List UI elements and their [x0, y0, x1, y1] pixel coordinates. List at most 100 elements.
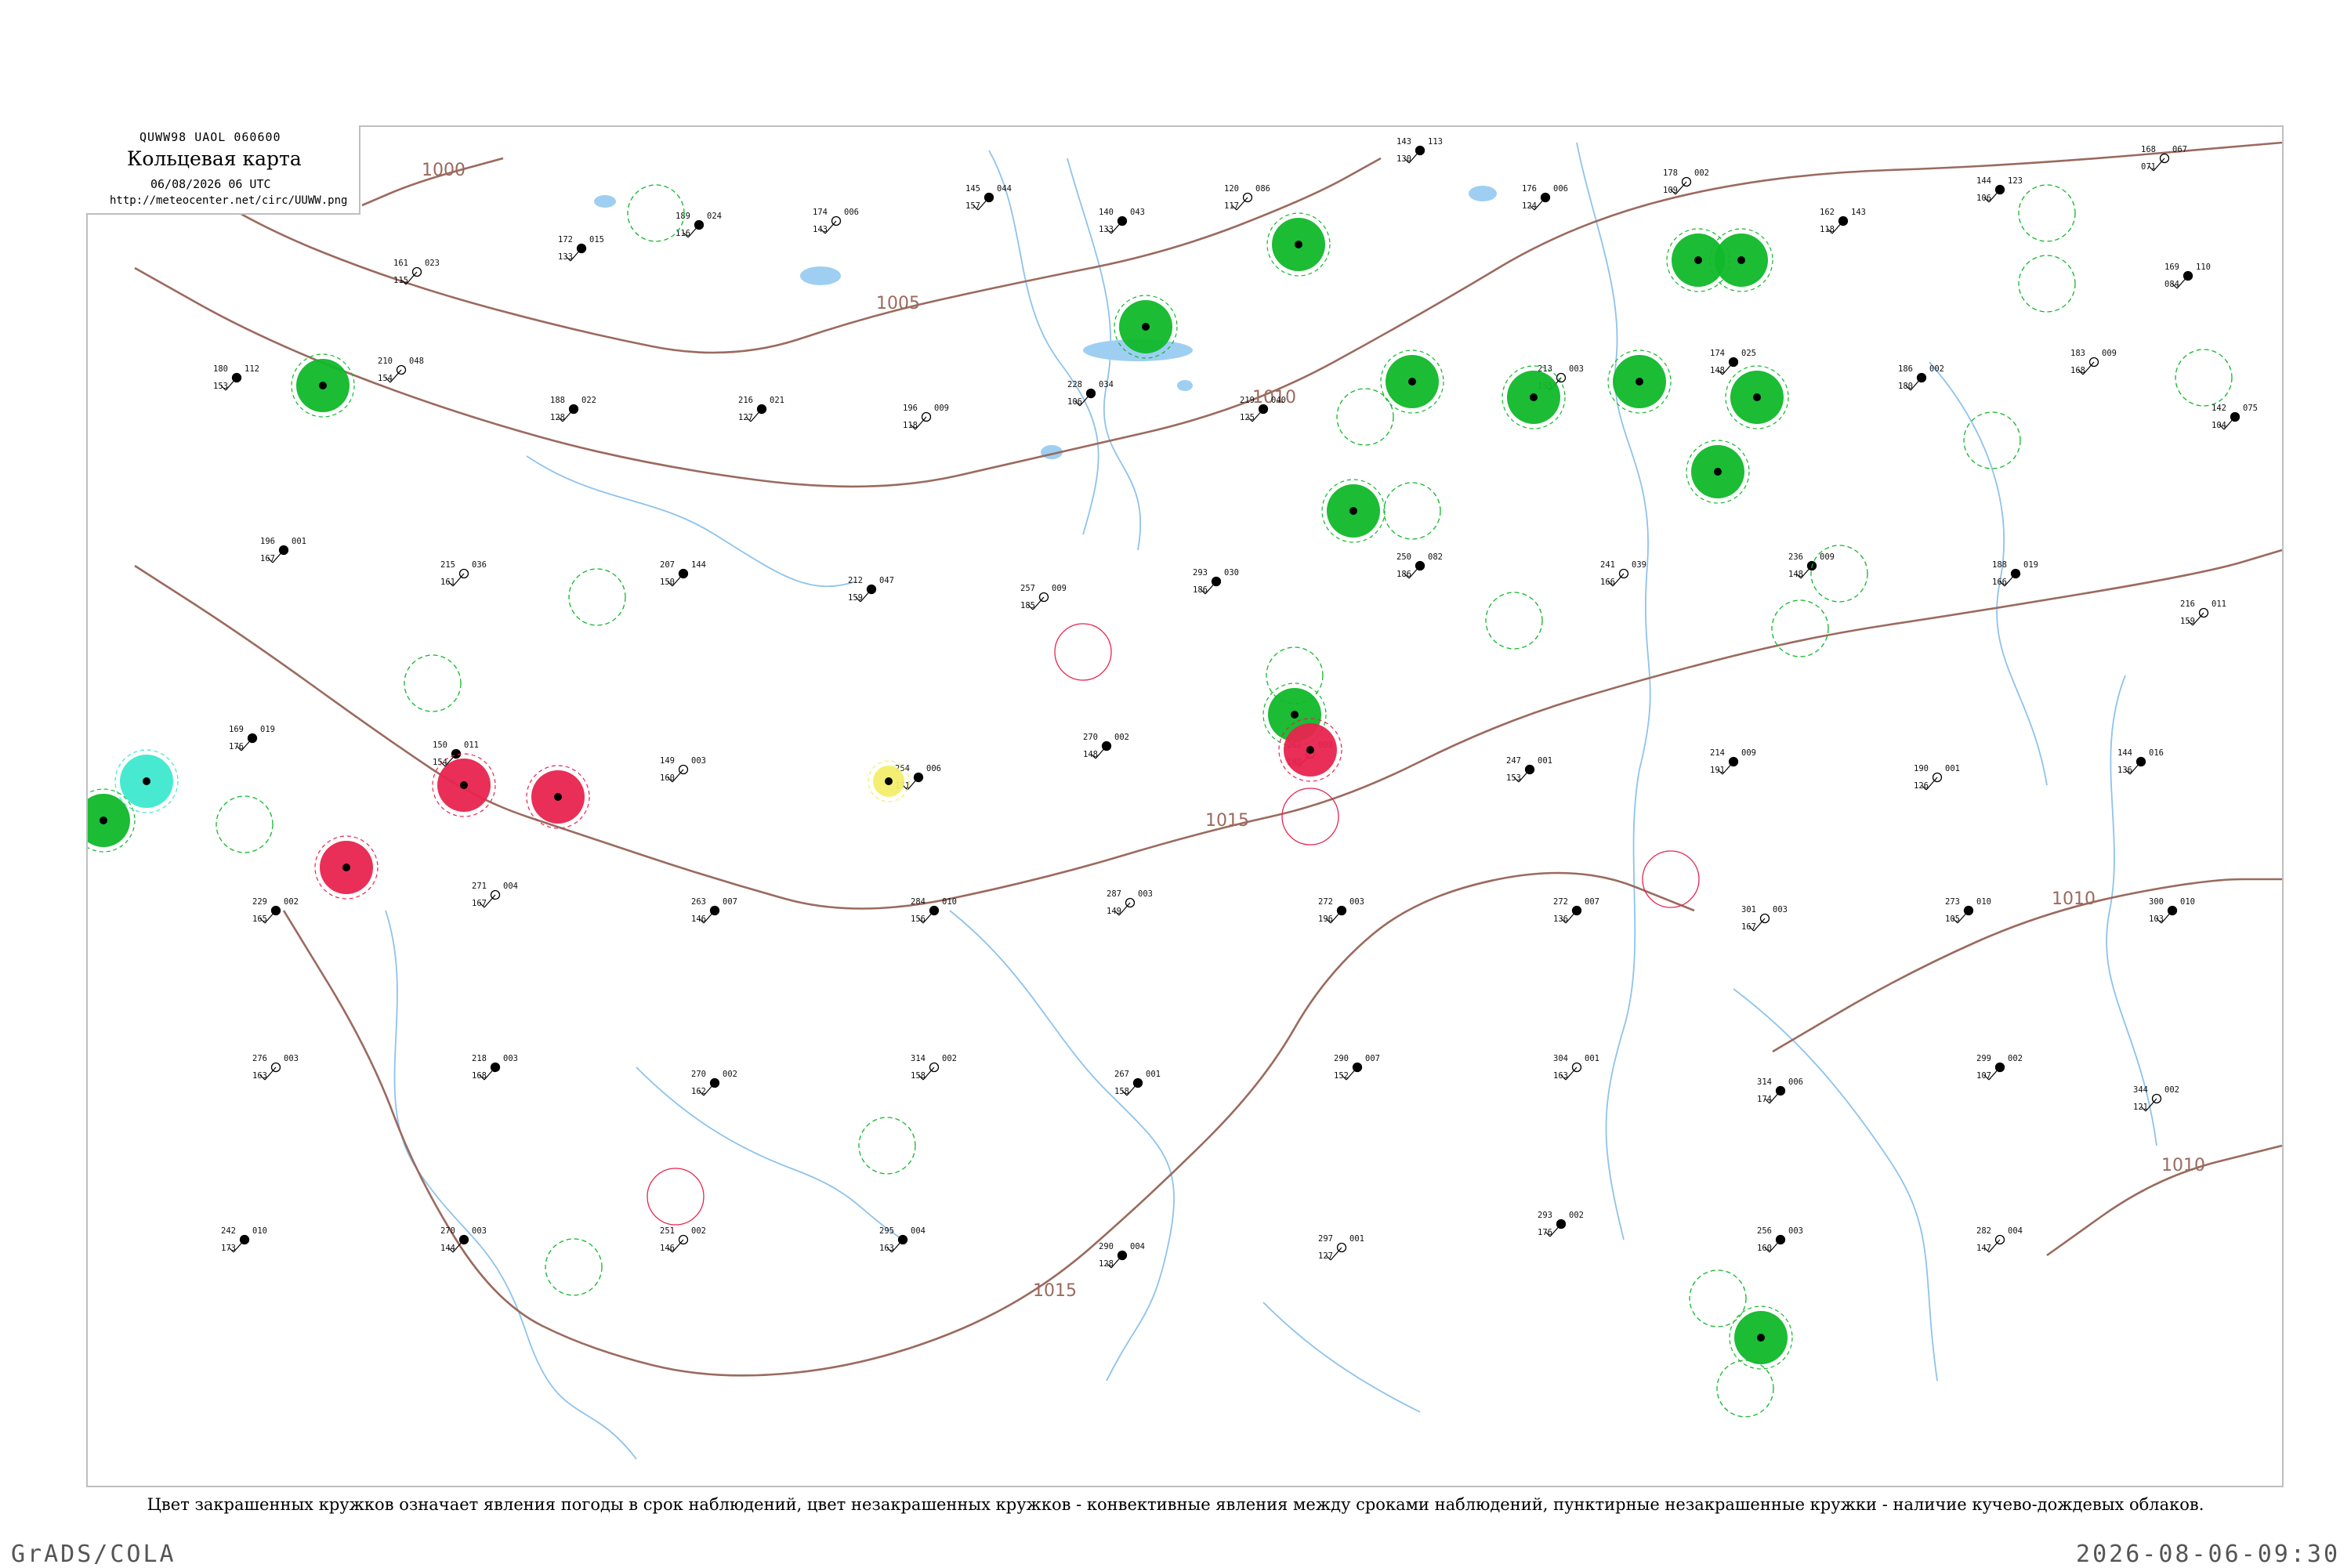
- convective-outline-icon[interactable]: [647, 1168, 705, 1226]
- cumulonimbus-outline-icon[interactable]: [568, 568, 626, 626]
- station-plot[interactable]: 250 186 082: [1396, 552, 1443, 579]
- cumulonimbus-outline-icon[interactable]: [1485, 592, 1543, 650]
- station-plot[interactable]: 293 176 002: [1538, 1211, 1584, 1237]
- cumulonimbus-outline-icon[interactable]: [2175, 349, 2233, 407]
- station-plot[interactable]: 270 144 003: [440, 1226, 487, 1253]
- cumulonimbus-outline-icon[interactable]: [1689, 1269, 1747, 1327]
- station-plot[interactable]: 276 163 003: [252, 1054, 299, 1081]
- station-pressure: 025: [1741, 349, 1756, 358]
- cumulonimbus-outline-icon[interactable]: [1336, 388, 1394, 446]
- station-plot[interactable]: 188 128 022: [550, 396, 596, 422]
- station-plot[interactable]: 161 115 023: [393, 259, 440, 285]
- station-plot[interactable]: 247 153 001: [1506, 756, 1552, 783]
- station-plot[interactable]: 229 165 002: [252, 897, 299, 924]
- station-temperature: 229: [252, 897, 267, 907]
- station-plot[interactable]: 270 148 002: [1083, 733, 1129, 759]
- convective-outline-icon[interactable]: [1642, 850, 1700, 908]
- station-plot[interactable]: 196 167 001: [260, 537, 306, 563]
- station-plot[interactable]: 169 176 019: [229, 725, 275, 751]
- station-plot[interactable]: 190 126 001: [1914, 764, 1960, 791]
- station-plot[interactable]: 218 168 003: [472, 1054, 518, 1081]
- station-plot[interactable]: 344 121 002: [2133, 1085, 2179, 1112]
- station-plot[interactable]: 272 136 007: [1553, 897, 1599, 924]
- station-dot: [1636, 378, 1643, 386]
- station-plot[interactable]: 144 106 123: [1976, 176, 2023, 203]
- station-plot[interactable]: 196 118 009: [903, 404, 949, 430]
- station-plot[interactable]: 267 158 001: [1114, 1070, 1161, 1096]
- station-plot[interactable]: 215 161 036: [440, 560, 487, 587]
- station-plot[interactable]: 162 118 143: [1820, 208, 1866, 234]
- station-plot[interactable]: 228 106 034: [1067, 380, 1114, 407]
- station-temperature: 212: [848, 576, 863, 585]
- convective-outline-icon[interactable]: [1281, 788, 1339, 846]
- station-temperature: 301: [1741, 905, 1756, 914]
- station-plot[interactable]: 251 146 002: [660, 1226, 706, 1253]
- cumulonimbus-outline-icon[interactable]: [1963, 411, 2021, 469]
- station-plot[interactable]: 186 180 002: [1898, 364, 1944, 391]
- station-plot[interactable]: 212 159 047: [848, 576, 894, 603]
- station-plot[interactable]: 149 160 003: [660, 756, 706, 783]
- station-plot[interactable]: 120 117 086: [1224, 184, 1270, 211]
- station-plot[interactable]: 172 133 015: [558, 235, 604, 262]
- station-plot[interactable]: 168 071 067: [2141, 145, 2187, 172]
- cumulonimbus-outline-icon[interactable]: [2018, 184, 2076, 242]
- station-plot[interactable]: 314 174 006: [1757, 1077, 1803, 1104]
- station-plot[interactable]: 272 196 003: [1318, 897, 1364, 924]
- station-plot[interactable]: 241 166 039: [1600, 560, 1646, 587]
- station-plot[interactable]: 314 158 002: [911, 1054, 957, 1081]
- station-plot[interactable]: 287 149 003: [1107, 889, 1153, 916]
- station-plot[interactable]: 210 154 048: [378, 357, 424, 383]
- station-plot[interactable]: 183 168 009: [2070, 349, 2117, 375]
- station-plot[interactable]: 282 147 004: [1976, 1226, 2023, 1253]
- station-dewpoint: 167: [1741, 922, 1756, 932]
- station-plot[interactable]: 290 128 004: [1099, 1242, 1145, 1269]
- station-plot[interactable]: 144 136 016: [2117, 748, 2164, 775]
- station-plot[interactable]: 242 173 010: [221, 1226, 267, 1253]
- station-dot: [1349, 507, 1357, 515]
- station-plot[interactable]: 273 105 010: [1945, 897, 1991, 924]
- station-plot[interactable]: 256 160 003: [1757, 1226, 1803, 1253]
- station-plot[interactable]: 295 163 004: [879, 1226, 926, 1253]
- station-dewpoint: 154: [378, 374, 393, 383]
- station-plot[interactable]: 301 167 003: [1741, 905, 1788, 932]
- station-temperature: 290: [1334, 1054, 1349, 1063]
- station-plot[interactable]: 207 150 144: [660, 560, 706, 587]
- station-plot[interactable]: 263 146 007: [691, 897, 737, 924]
- station-plot[interactable]: 304 163 001: [1553, 1054, 1599, 1081]
- synoptic-map: 1000 1005 1010 1015 1015 1010 1010 161 115 023 17…: [86, 125, 2284, 1487]
- station-plot[interactable]: 300 103 010: [2149, 897, 2195, 924]
- station-plot[interactable]: 145 157 044: [965, 184, 1012, 211]
- station-plot[interactable]: 293 186 030: [1193, 568, 1239, 595]
- station-plot[interactable]: 271 167 004: [472, 882, 518, 908]
- convective-outline-icon[interactable]: [1054, 623, 1112, 681]
- station-plot[interactable]: 290 152 007: [1334, 1054, 1380, 1081]
- station-plot[interactable]: 214 191 009: [1710, 748, 1756, 775]
- station-plot[interactable]: 180 153 112: [213, 364, 259, 391]
- cumulonimbus-outline-icon[interactable]: [1810, 545, 1868, 603]
- station-plot[interactable]: 143 130 113: [1396, 137, 1443, 164]
- station-plot[interactable]: 188 166 019: [1992, 560, 2038, 587]
- station-plot[interactable]: 257 185 009: [1020, 584, 1067, 610]
- rain-phenomenon-icon[interactable]: [88, 794, 130, 847]
- station-plot[interactable]: 140 133 043: [1099, 208, 1145, 234]
- cumulonimbus-outline-icon[interactable]: [216, 795, 273, 853]
- station-plot[interactable]: 174 143 006: [813, 208, 859, 234]
- cumulonimbus-outline-icon[interactable]: [2018, 255, 2076, 313]
- station-plot[interactable]: 270 162 002: [691, 1070, 737, 1096]
- station-plot[interactable]: 169 084 110: [2164, 263, 2211, 289]
- isobar-label: 1010: [2161, 1156, 2205, 1175]
- cumulonimbus-outline-icon[interactable]: [545, 1238, 603, 1296]
- station-plot[interactable]: 297 127 001: [1318, 1234, 1364, 1261]
- station-plot[interactable]: 176 124 006: [1522, 184, 1568, 211]
- cumulonimbus-outline-icon[interactable]: [1771, 599, 1829, 657]
- station-plot[interactable]: 216 127 021: [738, 396, 784, 422]
- station-plot[interactable]: 299 107 002: [1976, 1054, 2023, 1081]
- cumulonimbus-outline-icon[interactable]: [1383, 482, 1441, 540]
- station-plot[interactable]: 174 148 025: [1710, 349, 1756, 375]
- station-plot[interactable]: 142 104 075: [2212, 404, 2258, 430]
- map-url[interactable]: http://meteocenter.net/circ/UUWW.png: [110, 194, 347, 207]
- station-plot[interactable]: 189116024: [676, 212, 722, 238]
- cumulonimbus-outline-icon[interactable]: [404, 654, 462, 712]
- cumulonimbus-outline-icon[interactable]: [858, 1117, 916, 1175]
- station-plot[interactable]: 216 159 011: [2180, 599, 2226, 626]
